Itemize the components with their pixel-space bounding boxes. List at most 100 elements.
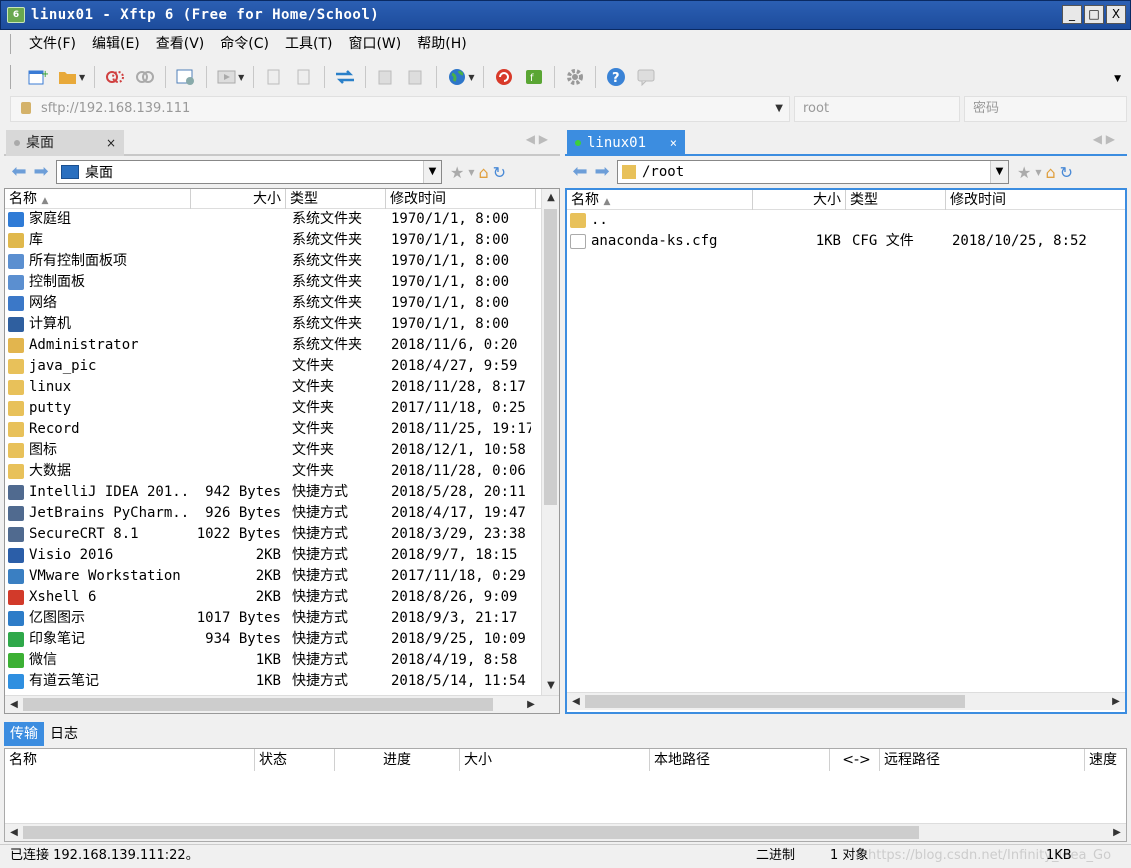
maximize-button[interactable]: □ <box>1084 5 1104 24</box>
refresh-icon[interactable]: ↻ <box>493 163 506 182</box>
back-arrow-icon[interactable]: ⬅ <box>8 162 30 182</box>
help-icon[interactable]: ? <box>605 66 627 88</box>
home-folder-icon[interactable]: ⌂ <box>1046 163 1056 182</box>
local-horizontal-scrollbar[interactable]: ◀ ▶ <box>5 695 559 713</box>
password-input[interactable]: 密码 <box>964 96 1127 122</box>
close-button[interactable]: X <box>1106 5 1126 24</box>
chat-icon[interactable] <box>635 66 657 88</box>
menu-file[interactable]: 文件(F) <box>21 33 84 55</box>
forward-arrow-icon[interactable]: ➡ <box>591 162 613 182</box>
file-row[interactable]: 家庭组 系统文件夹 1970/1/1, 8:00 <box>5 209 559 230</box>
remote-path-input[interactable]: /root ▼ <box>617 160 1009 184</box>
menu-window[interactable]: 窗口(W) <box>340 33 409 55</box>
scroll-right-icon[interactable]: ▶ <box>1109 825 1125 841</box>
transfer-horizontal-scrollbar[interactable]: ◀ ▶ <box>5 823 1126 841</box>
file-row[interactable]: VMware Workstation 2KB 快捷方式 2017/11/18, 0:2… <box>5 566 559 587</box>
file-row[interactable]: 亿图图示 1017 Bytes 快捷方式 2018/9/3, 21:17 <box>5 608 559 629</box>
scroll-thumb[interactable] <box>585 695 965 708</box>
disconnect-icon[interactable] <box>134 66 156 88</box>
connect-icon[interactable] <box>104 66 126 88</box>
tab-log[interactable]: 日志 <box>44 722 84 746</box>
favorite-star-icon[interactable]: ★ <box>1017 163 1031 182</box>
scroll-left-icon[interactable]: ◀ <box>6 697 22 713</box>
tab-transfer[interactable]: 传输 <box>4 722 44 746</box>
username-input[interactable]: root <box>794 96 960 122</box>
home-folder-icon[interactable]: ⌂ <box>479 163 489 182</box>
toolbar-overflow-icon[interactable]: ▼ <box>1114 74 1121 84</box>
column-type[interactable]: 类型 <box>846 190 946 210</box>
scroll-right-icon[interactable]: ▶ <box>1108 694 1124 710</box>
play-dropdown-icon[interactable]: ▼ <box>238 73 244 82</box>
path-dropdown-icon[interactable]: ▼ <box>990 161 1008 183</box>
file-row[interactable]: Record 文件夹 2018/11/25, 19:17 <box>5 419 559 440</box>
scroll-thumb[interactable] <box>544 209 557 505</box>
transfer-column-speed[interactable]: 速度 <box>1085 749 1126 771</box>
host-address-input[interactable]: sftp://192.168.139.111 ▼ <box>10 96 790 122</box>
file-row[interactable]: 大数据 文件夹 2018/11/28, 0:06 <box>5 461 559 482</box>
favorite-dropdown-icon[interactable]: ▼ <box>1035 168 1041 177</box>
file-row[interactable]: 图标 文件夹 2018/12/1, 10:58 <box>5 440 559 461</box>
transfer-column-size[interactable]: 大小 <box>460 749 650 771</box>
delete-icon[interactable] <box>375 66 397 88</box>
column-name[interactable]: 名称 ▲ <box>567 190 753 210</box>
file-row[interactable]: 库 系统文件夹 1970/1/1, 8:00 <box>5 230 559 251</box>
rename-icon[interactable] <box>405 66 427 88</box>
column-type[interactable]: 类型 <box>286 189 386 209</box>
file-row[interactable]: SecureCRT 8.1 1022 Bytes 快捷方式 2018/3/29, 23… <box>5 524 559 545</box>
column-mtime[interactable]: 修改时间 <box>386 189 536 209</box>
favorite-dropdown-icon[interactable]: ▼ <box>468 168 474 177</box>
address-dropdown-icon[interactable]: ▼ <box>775 97 783 121</box>
menu-edit[interactable]: 编辑(E) <box>84 33 148 55</box>
transfer-column-name[interactable]: 名称 <box>5 749 255 771</box>
file-row[interactable]: 控制面板 系统文件夹 1970/1/1, 8:00 <box>5 272 559 293</box>
transfer-column-remote-path[interactable]: 远程路径 <box>880 749 1085 771</box>
play-icon[interactable] <box>216 66 238 88</box>
xftp-icon[interactable]: f <box>523 66 545 88</box>
remote-horizontal-scrollbar[interactable]: ◀ ▶ <box>567 692 1125 710</box>
file-row[interactable]: java_pic 文件夹 2018/4/27, 9:59 <box>5 356 559 377</box>
tab-close-icon[interactable]: × <box>106 130 116 156</box>
settings-icon[interactable] <box>564 66 586 88</box>
xshell-icon[interactable] <box>493 66 515 88</box>
menu-tools[interactable]: 工具(T) <box>277 33 340 55</box>
globe-dropdown-icon[interactable]: ▼ <box>468 73 474 82</box>
paste-icon[interactable] <box>293 66 315 88</box>
tab-remote-linux01[interactable]: linux01 × <box>567 130 685 156</box>
refresh-icon[interactable]: ↻ <box>1060 163 1073 182</box>
file-row[interactable]: .. <box>567 210 1125 231</box>
file-row[interactable]: linux 文件夹 2018/11/28, 8:17 <box>5 377 559 398</box>
file-row[interactable]: 印象笔记 934 Bytes 快捷方式 2018/9/25, 10:09 <box>5 629 559 650</box>
file-row[interactable]: anaconda-ks.cfg 1KB CFG 文件 2018/10/25, 8:52 <box>567 231 1125 252</box>
menu-command[interactable]: 命令(C) <box>212 33 277 55</box>
transfer-column-status[interactable]: 状态 <box>255 749 335 771</box>
file-row[interactable]: 网络 系统文件夹 1970/1/1, 8:00 <box>5 293 559 314</box>
menu-help[interactable]: 帮助(H) <box>409 33 474 55</box>
file-row[interactable]: 计算机 系统文件夹 1970/1/1, 8:00 <box>5 314 559 335</box>
local-path-input[interactable]: 桌面 ▼ <box>56 160 442 184</box>
file-row[interactable]: JetBrains PyCharm... 926 Bytes 快捷方式 2018/4/… <box>5 503 559 524</box>
globe-icon[interactable] <box>446 66 468 88</box>
column-mtime[interactable]: 修改时间 <box>946 190 1126 210</box>
file-row[interactable]: 微信 1KB 快捷方式 2018/4/19, 8:58 <box>5 650 559 671</box>
favorite-star-icon[interactable]: ★ <box>450 163 464 182</box>
scroll-thumb[interactable] <box>23 698 493 711</box>
back-arrow-icon[interactable]: ⬅ <box>569 162 591 182</box>
scroll-up-icon[interactable]: ▲ <box>543 190 559 206</box>
transfer-column-direction[interactable]: <-> <box>830 749 880 771</box>
transfer-column-local-path[interactable]: 本地路径 <box>650 749 830 771</box>
scroll-thumb[interactable] <box>23 826 919 839</box>
file-row[interactable]: Xshell 6 2KB 快捷方式 2018/8/26, 9:09 <box>5 587 559 608</box>
scroll-down-icon[interactable]: ▼ <box>543 678 559 694</box>
menu-view[interactable]: 查看(V) <box>148 33 213 55</box>
scroll-left-icon[interactable]: ◀ <box>568 694 584 710</box>
minimize-button[interactable]: _ <box>1062 5 1082 24</box>
column-size[interactable]: 大小 <box>753 190 846 210</box>
column-name[interactable]: 名称 ▲ <box>5 189 191 209</box>
open-dropdown-icon[interactable]: ▼ <box>79 73 85 82</box>
transfer-column-progress[interactable]: 进度 <box>335 749 460 771</box>
local-vertical-scrollbar[interactable]: ▲ ▼ <box>541 189 559 695</box>
file-row[interactable]: putty 文件夹 2017/11/18, 0:25 <box>5 398 559 419</box>
scroll-left-icon[interactable]: ◀ <box>6 825 22 841</box>
column-size[interactable]: 大小 <box>191 189 286 209</box>
tab-local-desktop[interactable]: 桌面 × <box>6 130 124 156</box>
